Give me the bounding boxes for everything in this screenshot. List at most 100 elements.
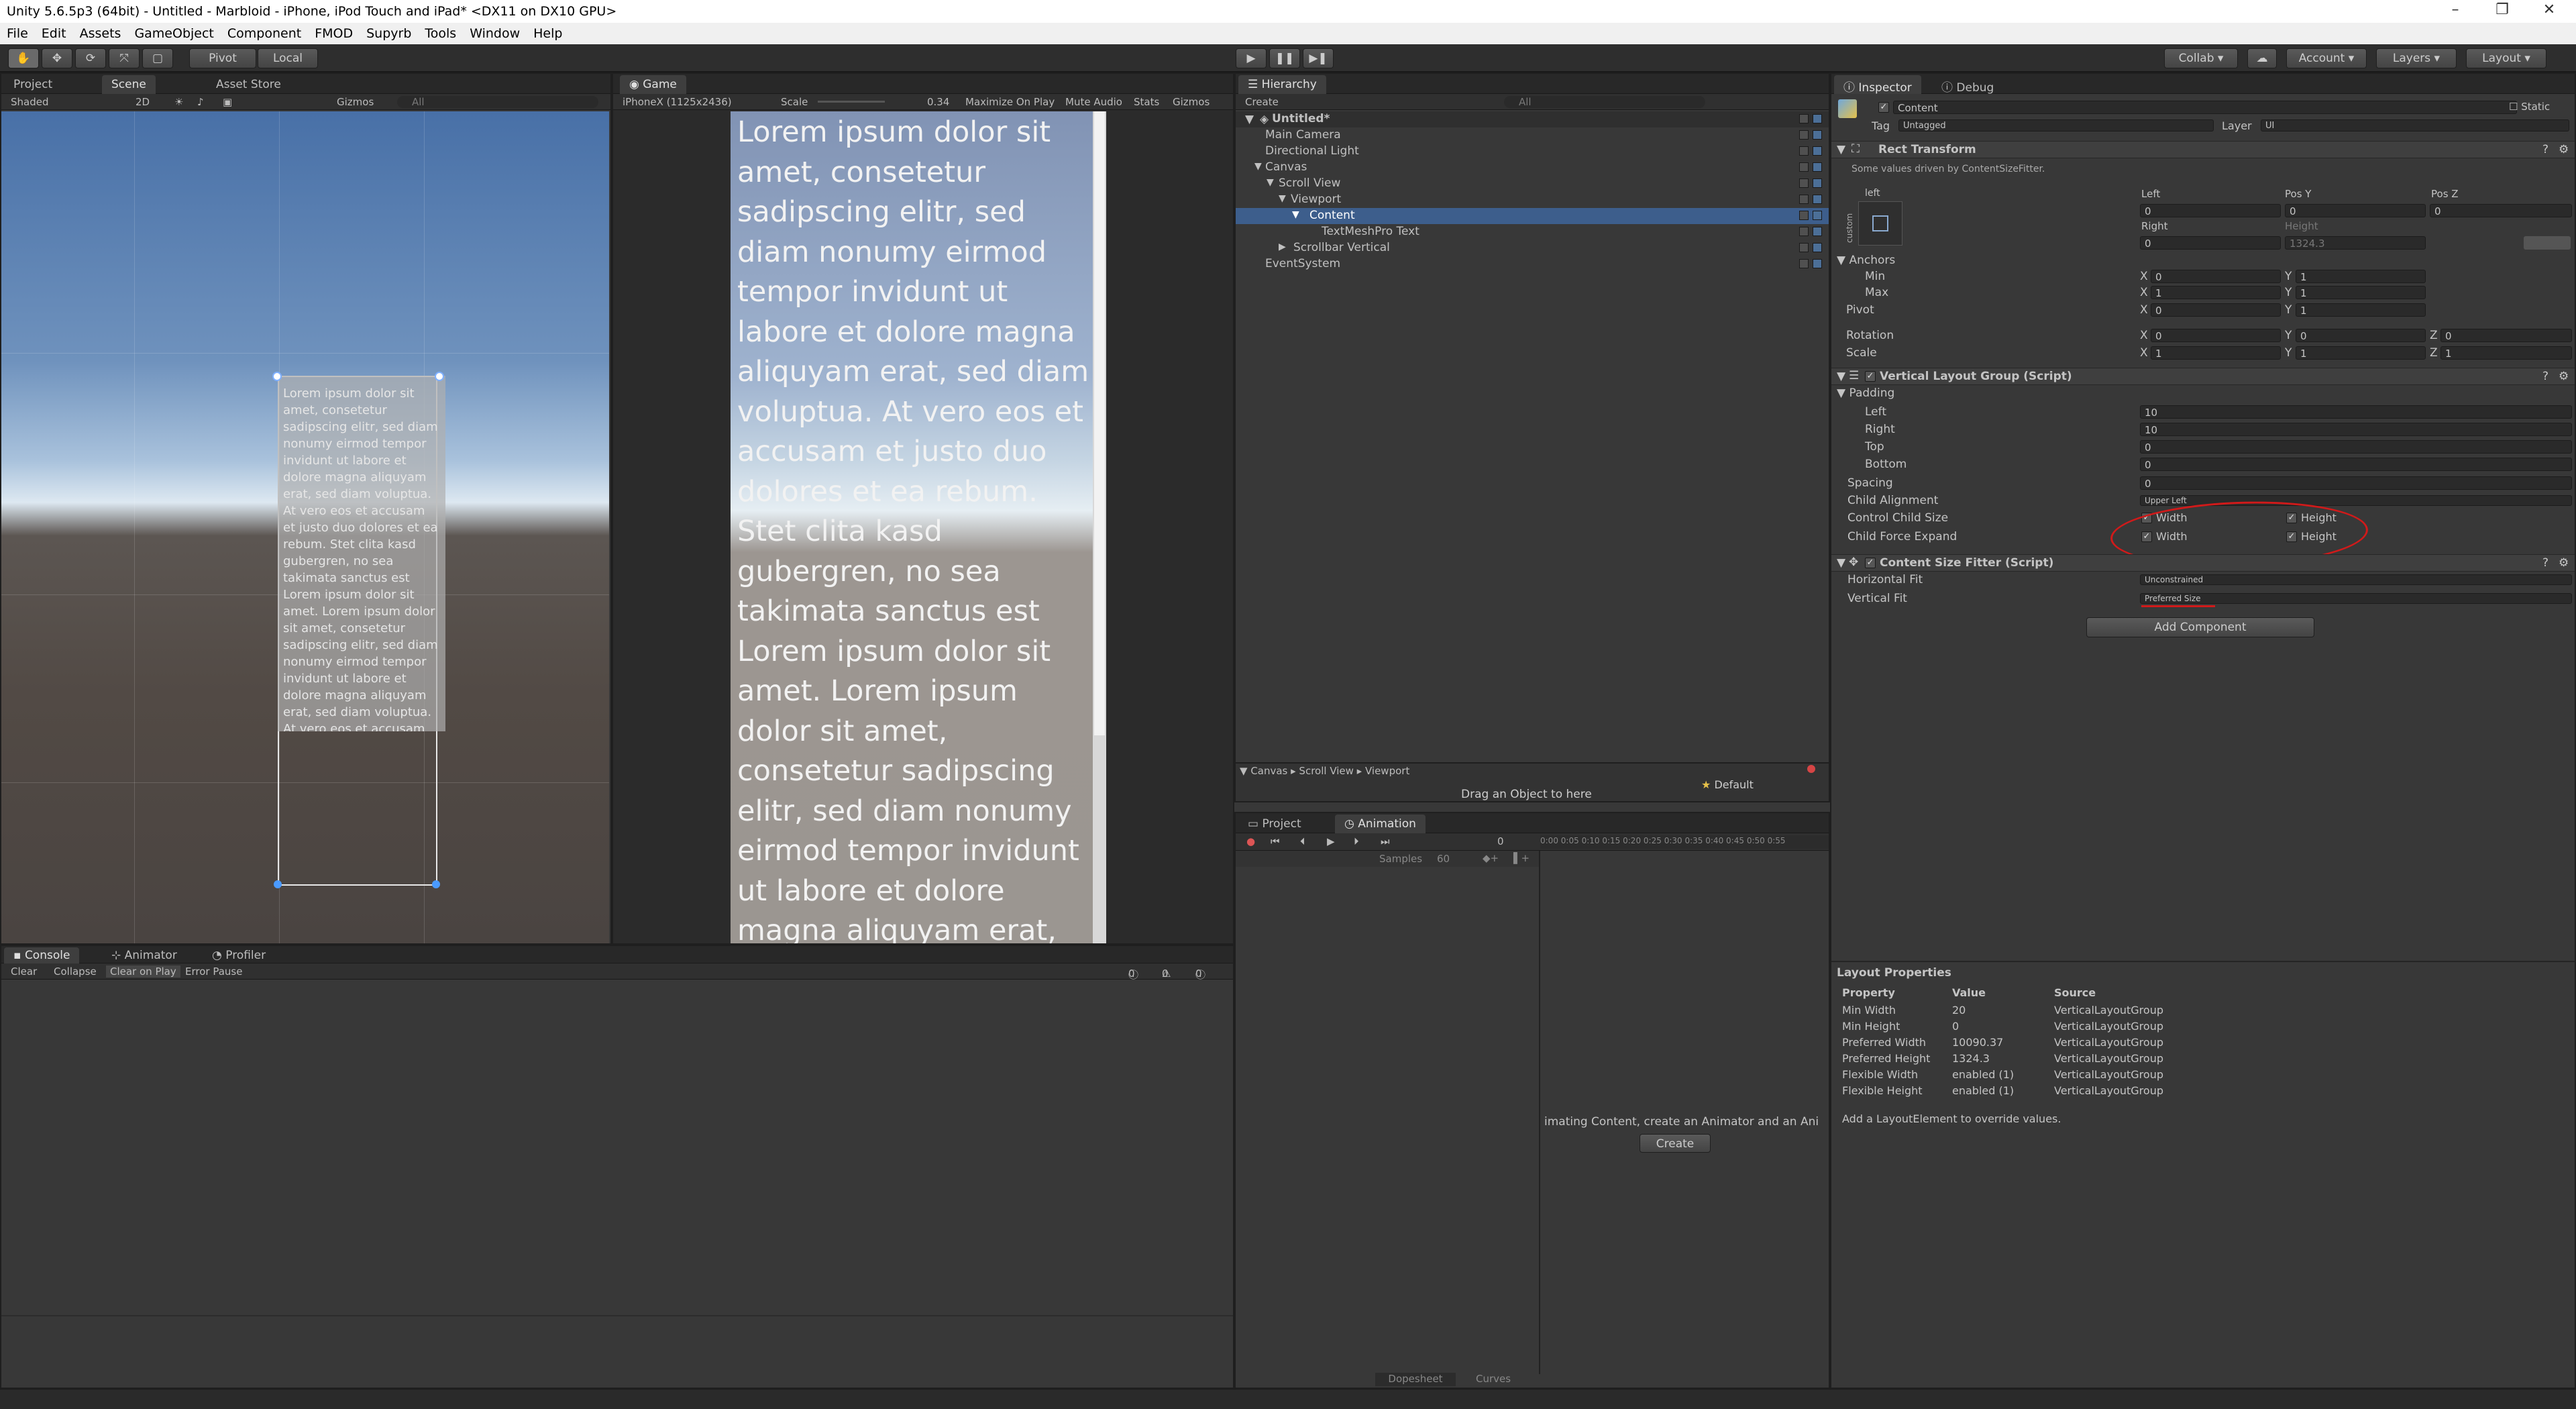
gizmo-icon[interactable] bbox=[1813, 227, 1822, 236]
menu-file[interactable]: File bbox=[0, 23, 35, 44]
samples-value[interactable]: 60 bbox=[1437, 853, 1450, 865]
rotation-x-field[interactable]: 0 bbox=[2151, 329, 2281, 342]
hierarchy-item-viewport[interactable]: ▼ Viewport bbox=[1236, 192, 1829, 208]
rotate-tool-icon[interactable]: ⟳ bbox=[75, 48, 106, 68]
console-clear-button[interactable]: Clear bbox=[11, 966, 37, 978]
tab-scene[interactable]: Scene bbox=[102, 75, 156, 94]
step-button[interactable]: ▶❚ bbox=[1303, 48, 1334, 68]
collapse-arrow-icon[interactable]: ▼ bbox=[1837, 143, 1845, 156]
stats-toggle[interactable]: Stats bbox=[1134, 96, 1159, 108]
play-button[interactable]: ▶ bbox=[1236, 48, 1267, 68]
active-checkbox[interactable]: ✓ bbox=[1878, 102, 1889, 113]
padding-left-field[interactable]: 10 bbox=[2140, 405, 2572, 419]
expand-arrow-icon[interactable]: ▼ bbox=[1279, 193, 1286, 204]
min-y-field[interactable]: 1 bbox=[2296, 270, 2426, 283]
tab-project-2[interactable]: ▭ Project bbox=[1238, 815, 1311, 833]
mute-audio-toggle[interactable]: Mute Audio bbox=[1065, 96, 1122, 108]
tag-dropdown[interactable]: Untagged bbox=[1898, 119, 2214, 132]
scale-slider[interactable] bbox=[818, 101, 885, 103]
help-icon[interactable]: ? bbox=[2542, 143, 2548, 156]
expand-arrow-icon[interactable]: ▼ bbox=[1292, 209, 1299, 220]
effects-toggle-icon[interactable]: ▣ bbox=[223, 96, 232, 108]
expand-arrow-icon[interactable]: ▶ bbox=[1279, 242, 1286, 252]
gizmo-icon[interactable] bbox=[1813, 259, 1822, 268]
anchor-handle-icon[interactable] bbox=[272, 372, 282, 381]
prev-key-icon[interactable]: ⏴ bbox=[1300, 835, 1305, 847]
layer-toggle-icon[interactable] bbox=[1799, 259, 1809, 268]
layer-toggle-icon[interactable] bbox=[1799, 227, 1809, 236]
last-key-icon[interactable]: ⏭ bbox=[1381, 835, 1390, 847]
padding-bottom-field[interactable]: 0 bbox=[2140, 458, 2572, 471]
gizmo-icon[interactable] bbox=[1813, 243, 1822, 252]
scene-search-input[interactable]: All bbox=[397, 96, 598, 108]
first-key-icon[interactable]: ⏮ bbox=[1271, 835, 1280, 847]
hierarchy-item-scrollbar-vertical[interactable]: ▶ Scrollbar Vertical bbox=[1236, 240, 1829, 256]
layer-toggle-icon[interactable] bbox=[1799, 162, 1809, 172]
layer-toggle-icon[interactable] bbox=[1799, 195, 1809, 204]
blueprint-raw-buttons[interactable] bbox=[2524, 236, 2571, 250]
settings-gear-icon[interactable]: ⚙ bbox=[2559, 370, 2569, 383]
rect-handle-icon[interactable] bbox=[432, 880, 440, 888]
gizmo-icon[interactable] bbox=[1813, 162, 1822, 172]
spacing-field[interactable]: 0 bbox=[2140, 476, 2572, 490]
console-clear-on-play-button[interactable]: Clear on Play bbox=[106, 966, 180, 978]
padding-foldout[interactable]: ▼ Padding bbox=[1837, 386, 1894, 400]
left-field[interactable]: 0 bbox=[2140, 204, 2281, 217]
hierarchy-item-main-camera[interactable]: Main Camera bbox=[1236, 127, 1829, 144]
pivot-x-field[interactable]: 0 bbox=[2151, 303, 2281, 317]
max-x-field[interactable]: 1 bbox=[2151, 286, 2281, 299]
game-gizmos-dropdown[interactable]: Gizmos bbox=[1173, 96, 1210, 108]
hand-tool-icon[interactable]: ✋ bbox=[8, 48, 39, 68]
curves-tab[interactable]: Curves bbox=[1476, 1373, 1511, 1385]
mode-2d-toggle[interactable]: 2D bbox=[136, 96, 150, 108]
record-icon[interactable]: ● bbox=[1246, 835, 1255, 847]
tab-inspector[interactable]: ⓘ Inspector bbox=[1834, 75, 1921, 95]
object-name-field[interactable]: Content bbox=[1893, 101, 2517, 114]
rotation-y-field[interactable]: 0 bbox=[2296, 329, 2426, 342]
create-animator-button[interactable]: Create bbox=[1640, 1134, 1711, 1153]
hierarchy-search-input[interactable]: All bbox=[1504, 96, 1705, 108]
layout-dropdown[interactable]: Layout ▾ bbox=[2466, 48, 2546, 68]
menu-assets[interactable]: Assets bbox=[73, 23, 128, 44]
min-x-field[interactable]: 0 bbox=[2151, 270, 2281, 283]
console-error-pause-button[interactable]: Error Pause bbox=[185, 966, 242, 978]
maximize-icon[interactable]: ❐ bbox=[2482, 1, 2522, 21]
gizmo-icon[interactable] bbox=[1813, 211, 1822, 220]
gizmo-icon[interactable] bbox=[1813, 195, 1822, 204]
audio-toggle-icon[interactable]: ♪ bbox=[197, 96, 204, 108]
menu-edit[interactable]: Edit bbox=[35, 23, 73, 44]
minimize-icon[interactable]: – bbox=[2435, 1, 2475, 21]
light-toggle-icon[interactable]: ☀ bbox=[174, 96, 183, 108]
scale-x-field[interactable]: 1 bbox=[2151, 346, 2281, 360]
hierarchy-item-textmeshpro[interactable]: TextMeshPro Text bbox=[1236, 224, 1829, 240]
tab-console[interactable]: ▪ Console bbox=[4, 947, 80, 963]
gizmo-icon[interactable] bbox=[1813, 146, 1822, 156]
tab-game[interactable]: ◉ Game bbox=[620, 75, 686, 94]
frame-value[interactable]: 0 bbox=[1497, 835, 1504, 847]
tab-animator[interactable]: ⊹ Animator bbox=[102, 947, 186, 963]
collapse-arrow-icon[interactable]: ▼ bbox=[1837, 370, 1845, 383]
rect-handle-icon[interactable] bbox=[274, 880, 282, 888]
content-rect[interactable]: Lorem ipsum dolor sit amet, consetetur s… bbox=[278, 376, 445, 731]
add-event-icon[interactable]: ▌+ bbox=[1513, 852, 1529, 864]
layer-toggle-icon[interactable] bbox=[1799, 146, 1809, 156]
tab-profiler[interactable]: ◔ Profiler bbox=[203, 947, 275, 963]
scene-viewport[interactable]: Lorem ipsum dolor sit amet, consetetur s… bbox=[1, 111, 609, 943]
rect-tool-icon[interactable]: ▢ bbox=[142, 48, 173, 68]
local-toggle[interactable]: Local bbox=[258, 48, 318, 68]
scale-tool-icon[interactable]: ⤧ bbox=[109, 48, 140, 68]
anchor-handle-icon[interactable] bbox=[435, 372, 444, 381]
dopesheet-tab[interactable]: Dopesheet bbox=[1375, 1373, 1456, 1386]
hierarchy-create-dropdown[interactable]: Create bbox=[1245, 96, 1279, 108]
posz-field[interactable]: 0 bbox=[2430, 204, 2572, 217]
csf-enabled-checkbox[interactable]: ✓ bbox=[1865, 558, 1876, 568]
rect-transform-header[interactable]: ▼ ⛶ Rect Transform ? ⚙ bbox=[1831, 141, 2575, 158]
padding-right-field[interactable]: 10 bbox=[2140, 423, 2572, 436]
tab-project[interactable]: Project bbox=[4, 75, 62, 94]
expand-arrow-icon[interactable]: ▼ bbox=[1254, 161, 1262, 172]
add-keyframe-icon[interactable]: ◆+ bbox=[1483, 852, 1499, 864]
menu-gameobject[interactable]: GameObject bbox=[127, 23, 220, 44]
tab-debug[interactable]: ⓘ Debug bbox=[1932, 75, 2003, 95]
content-size-fitter-header[interactable]: ▼ ✥ ✓ Content Size Fitter (Script) ? ⚙ bbox=[1831, 554, 2575, 572]
layer-toggle-icon[interactable] bbox=[1799, 243, 1809, 252]
